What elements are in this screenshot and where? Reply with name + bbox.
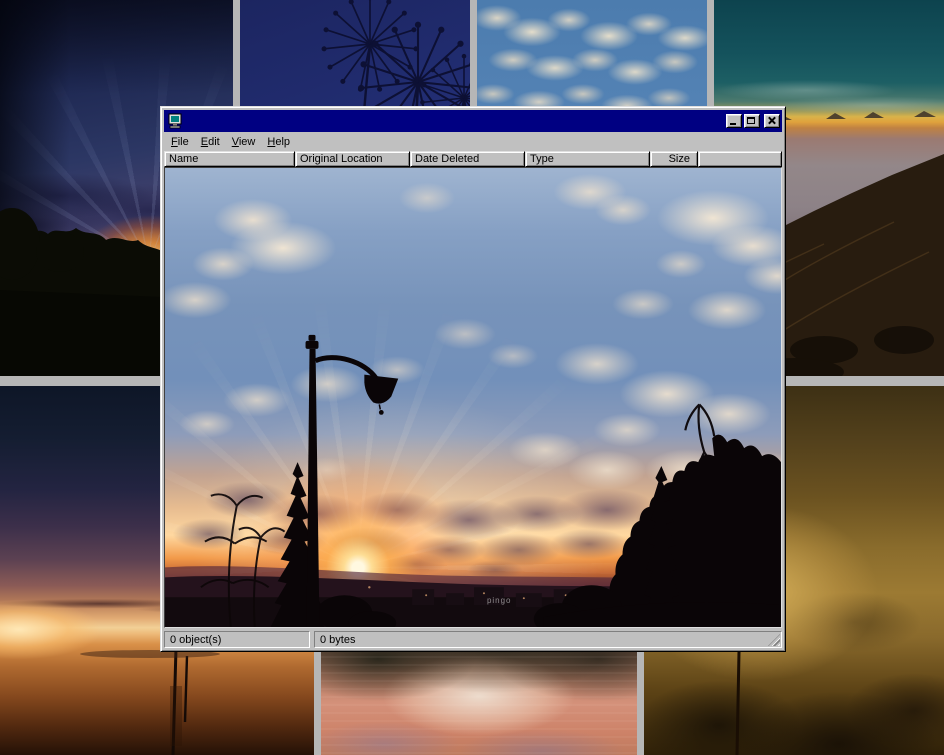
column-header-type[interactable]: Type [525,151,650,167]
menu-bar: File Edit View Help [164,133,782,151]
close-icon [765,115,779,127]
computer-icon [167,113,183,129]
status-bar: 0 object(s) 0 bytes [164,628,782,648]
status-size: 0 bytes [314,631,782,648]
minimize-icon [730,123,736,125]
close-button[interactable] [764,114,780,128]
minimize-button[interactable] [726,114,742,128]
column-header-name[interactable]: Name [164,151,295,167]
resize-grip[interactable] [768,634,780,646]
status-object-count: 0 object(s) [164,631,310,648]
title-bar[interactable] [164,110,782,132]
desktop: { "window": { "title": "", "menu": { "it… [0,0,944,755]
silhouette-graphic: pingo [165,168,781,627]
column-header-row: Name Original Location Date Deleted Type… [164,151,782,167]
column-header-filler [698,151,782,167]
column-header-date-deleted[interactable]: Date Deleted [410,151,525,167]
window-background-photo: pingo [165,168,781,627]
maximize-button[interactable] [744,114,760,128]
maximize-icon [747,117,755,124]
column-header-original-location[interactable]: Original Location [295,151,410,167]
menu-file[interactable]: File [165,134,195,150]
menu-help[interactable]: Help [261,134,296,150]
file-list-area[interactable]: pingo [164,167,782,628]
recycle-bin-window: File Edit View Help Name Original Locati… [160,106,786,652]
menu-view[interactable]: View [226,134,262,150]
menu-edit[interactable]: Edit [195,134,226,150]
column-header-size[interactable]: Size [650,151,698,167]
storefront-sign-text: pingo [487,596,511,605]
status-size-text: 0 bytes [320,634,355,646]
